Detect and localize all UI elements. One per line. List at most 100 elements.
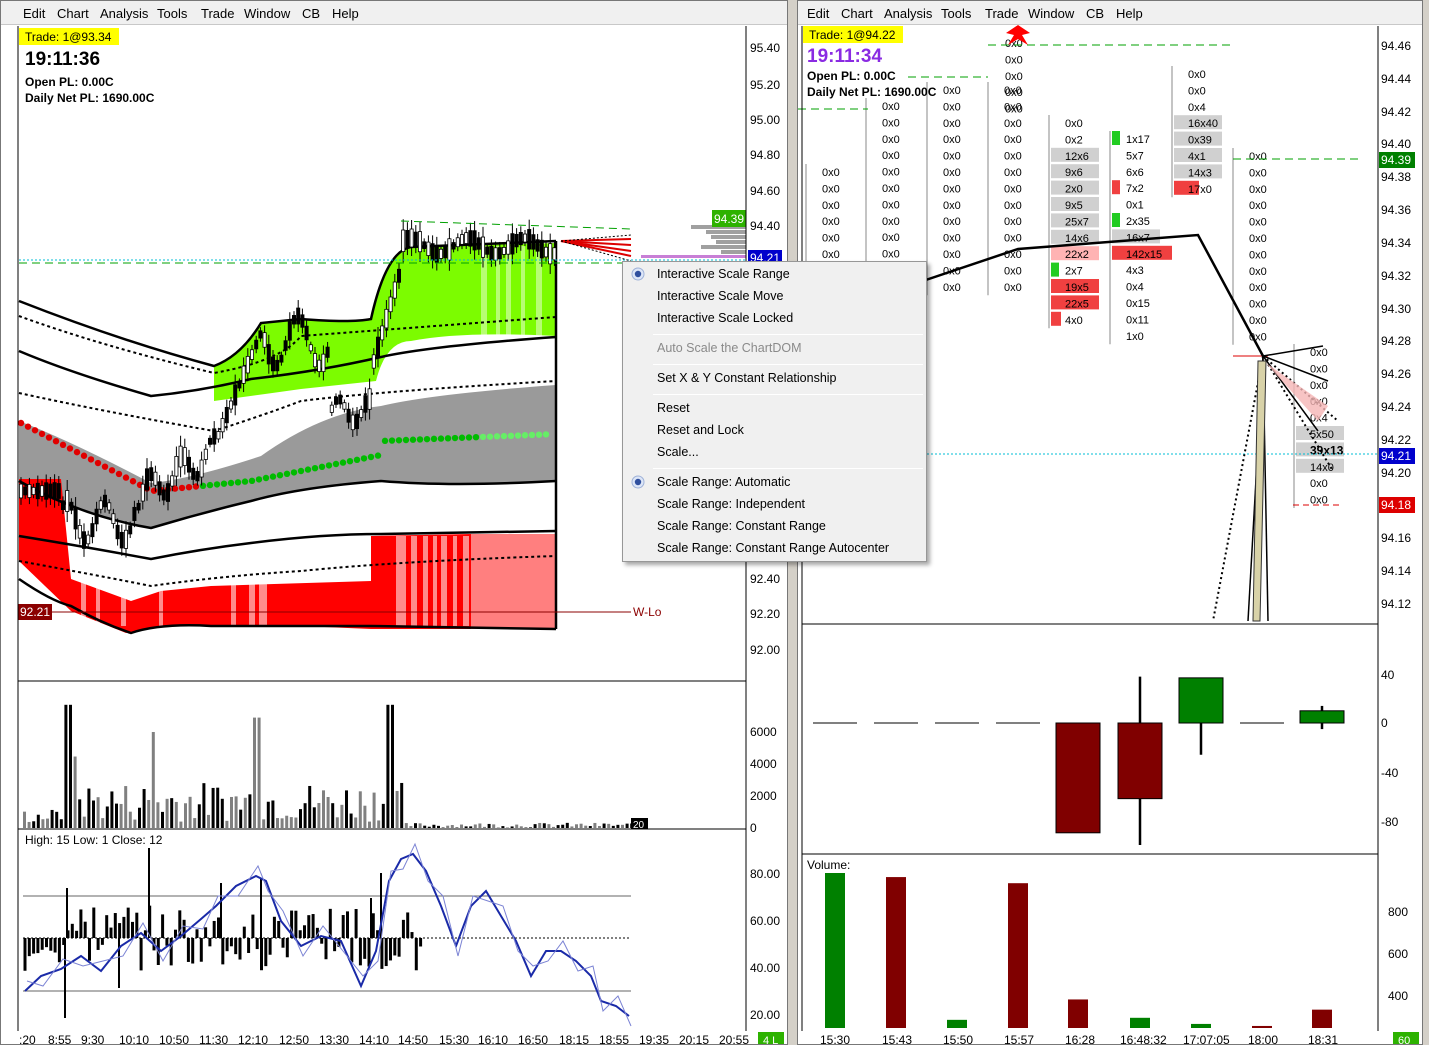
candle [401, 229, 406, 252]
volume-bar [496, 827, 500, 828]
time-tick: 18:15 [559, 1033, 589, 1045]
candle [165, 483, 170, 502]
w-lo-label: W-Lo [633, 605, 662, 619]
osc-header: High: 15 Low: 1 Close: 12 [25, 833, 163, 847]
candle [69, 501, 74, 511]
time-tick: 18:55 [599, 1033, 629, 1045]
volume-bar [501, 826, 505, 828]
price-tick: 94.22 [1381, 433, 1411, 447]
candle [523, 233, 528, 243]
menu-item-set-x-y-constant-relationship[interactable]: Set X & Y Constant Relationship [657, 371, 837, 385]
volume-bar [529, 827, 532, 828]
footprint-cell: 0x0 [1065, 118, 1083, 130]
footprint-cell-bg [1112, 131, 1120, 145]
menu-item-interactive-scale-locked[interactable]: Interactive Scale Locked [657, 311, 793, 325]
menu-item-scale-range-independent[interactable]: Scale Range: Independent [657, 497, 805, 511]
footprint-cell: 0x0 [882, 199, 900, 211]
volume-bar [110, 791, 114, 828]
price-tick: 92.20 [750, 607, 780, 621]
candle [485, 246, 490, 255]
volume-bar [73, 756, 77, 828]
candle [119, 531, 124, 549]
menu-item-reset[interactable]: Reset [657, 401, 690, 415]
volume-tick: 600 [1388, 947, 1408, 961]
menu-item-scale-range-constant-range-autocenter[interactable]: Scale Range: Constant Range Autocenter [657, 541, 889, 555]
ma-dot [451, 434, 459, 442]
volume-bar [561, 824, 565, 828]
volume-bar [294, 817, 298, 828]
ma-dot [45, 434, 53, 441]
price-tick: 94.34 [1381, 236, 1411, 250]
footprint-cell: 0x0 [1004, 233, 1022, 245]
footprint-cell: 0x0 [822, 200, 840, 212]
price-tick: 94.60 [750, 184, 780, 198]
price-tick: 95.20 [750, 78, 780, 92]
candle [237, 381, 242, 389]
volume-bar [588, 826, 592, 828]
footprint-cell: 2x7 [1065, 266, 1083, 278]
ma-dot [416, 436, 424, 443]
menu-item-interactive-scale-range[interactable]: Interactive Scale Range [657, 267, 790, 281]
volume-bar [441, 827, 445, 828]
volume-bar [55, 811, 59, 828]
candle [111, 513, 116, 524]
scale-context-menu[interactable]: Interactive Scale Range Interactive Scale… [622, 261, 927, 562]
volume-bar [170, 798, 174, 828]
menu-item-scale-range-constant-range[interactable]: Scale Range: Constant Range [657, 519, 826, 533]
candle [514, 233, 519, 248]
volume-bar [345, 790, 348, 828]
ma-dot [402, 436, 410, 444]
ma-dot [528, 431, 536, 439]
footprint-cell: 25x7 [1065, 216, 1089, 228]
ma-dot [122, 474, 130, 481]
volume-bar [211, 787, 215, 828]
candle [124, 529, 129, 549]
menu-item-scale[interactable]: Scale... [657, 445, 699, 459]
ma-dot [262, 474, 270, 482]
ma-dot [255, 476, 263, 483]
volume-bar [50, 809, 54, 828]
ma-dot [479, 433, 487, 441]
ma-dot [178, 484, 186, 492]
volume-bar [621, 824, 624, 828]
price-tick: 95.00 [750, 113, 780, 127]
volume-bar [565, 822, 569, 828]
ma-dot [276, 472, 284, 479]
volume-bar [446, 825, 450, 828]
price-tick: 94.80 [750, 148, 780, 162]
ma-dot [94, 459, 102, 467]
ma-dot [465, 434, 473, 441]
footprint-cell: 0x0 [1249, 266, 1267, 278]
candle [342, 402, 347, 410]
ma-dot [325, 462, 333, 469]
footprint-cell: 0x15 [1126, 298, 1150, 310]
candle [459, 234, 464, 245]
volume-bar [409, 826, 413, 828]
volume-bar [184, 803, 187, 828]
volume-bar [377, 820, 381, 828]
volume-axis: 6000 4000 2000 0 [750, 725, 777, 835]
time-tick: 17:07:05 [1183, 1033, 1230, 1045]
time-tick: 10:50 [159, 1033, 189, 1045]
ma-dot [248, 477, 256, 484]
volume-bar [243, 797, 247, 828]
menu-item-scale-range-automatic[interactable]: Scale Range: Automatic [657, 475, 790, 489]
price-tick: 92.40 [750, 572, 780, 586]
daily-net-pl: Daily Net PL: 1690.00C [807, 85, 937, 99]
time-tick: 16:50 [518, 1033, 548, 1045]
time-tick: 16:28 [1065, 1033, 1095, 1045]
osc-bars [23, 848, 423, 1018]
candle [94, 508, 99, 525]
candle [115, 524, 120, 540]
footprint-cell: 0x0 [1310, 478, 1328, 490]
footprint-cell: 0x0 [943, 282, 961, 294]
candle [291, 315, 296, 325]
volume-tick: 4000 [750, 757, 777, 771]
lower-band-pink [471, 534, 556, 629]
volume-bar [519, 826, 523, 828]
menu-item-reset-and-lock[interactable]: Reset and Lock [657, 423, 744, 437]
candle [413, 231, 418, 247]
menu-item-interactive-scale-move[interactable]: Interactive Scale Move [657, 289, 783, 303]
candle [312, 353, 317, 368]
volume-bar [404, 823, 408, 828]
